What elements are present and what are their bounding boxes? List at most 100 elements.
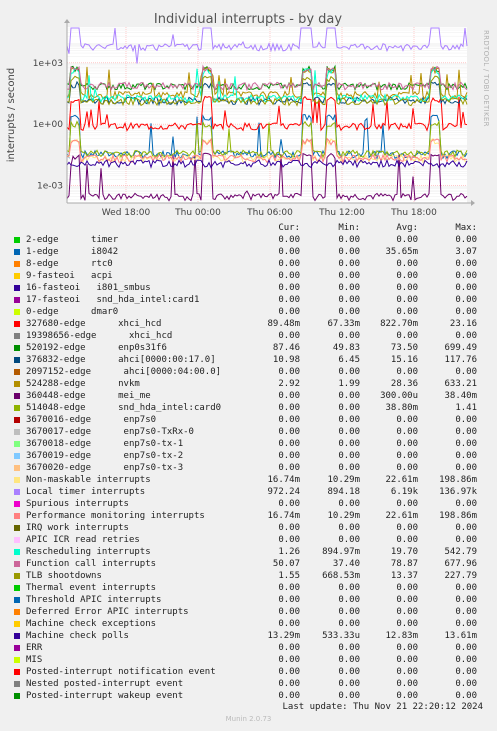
legend-avg-value: 0.00 [396, 607, 418, 617]
legend-min-value: 49.83 [332, 343, 360, 353]
legend-label: Posted-interrupt notification event [26, 667, 216, 677]
legend-label: Local timer interrupts [26, 487, 146, 497]
legend-label: 514048-edge snd_hda_intel:card0 [26, 403, 222, 413]
legend-swatch [14, 501, 20, 507]
y-axis-label: interrupts / second [6, 68, 17, 162]
legend-min-value: 0.00 [338, 403, 360, 413]
legend-label: Rescheduling interrupts [26, 547, 151, 557]
legend-min-value: 0.00 [338, 451, 360, 461]
legend-avg-value: 12.83m [385, 631, 418, 641]
legend-avg-value: 0.00 [396, 235, 418, 245]
legend-max-value: 0.00 [455, 499, 477, 509]
legend-cur-value: 16.74m [267, 475, 300, 485]
legend-swatch [14, 297, 20, 303]
legend-row: 16-fasteoi i801_smbus 0.00 0.00 0.00 0.00 [0, 282, 497, 294]
legend-min-value: 0.00 [338, 619, 360, 629]
legend-label: 524288-edge nvkm [26, 379, 140, 389]
x-tick-label: Thu 12:00 [318, 208, 365, 218]
legend-max-value: 0.00 [455, 283, 477, 293]
legend-cur-value: 0.00 [278, 619, 300, 629]
legend-label: 3670017-edge enp7s0-TxRx-0 [26, 427, 194, 437]
x-tick-label: Thu 06:00 [246, 208, 293, 218]
legend-max-value: 0.00 [455, 691, 477, 701]
legend-swatch [14, 513, 20, 519]
legend-row: Rescheduling interrupts 1.26 894.97m 19.70 5… [0, 546, 497, 558]
legend-avg-value: 0.00 [396, 451, 418, 461]
y-tick-label: 1e+03 [33, 59, 63, 69]
legend-avg-value: 78.87 [390, 559, 418, 569]
legend-row: 376832-edge ahci[0000:00:17.0] 10.98 6.45 1… [0, 354, 497, 366]
legend-swatch [14, 309, 20, 315]
legend-row: Machine check exceptions 0.00 0.00 0.00 0.00 [0, 618, 497, 630]
legend-swatch [14, 477, 20, 483]
legend-max-value: 136.97k [439, 487, 477, 497]
legend-row: 3670019-edge enp7s0-tx-2 0.00 0.00 0.00 0.00 [0, 450, 497, 462]
y-tick-label: 1e-03 [37, 182, 63, 192]
legend-avg-value: 13.37 [390, 571, 418, 581]
legend-max-value: 0.00 [455, 583, 477, 593]
legend-min-value: 0.00 [338, 535, 360, 545]
legend-avg-value: 0.00 [396, 367, 418, 377]
legend-max-value: 1.41 [455, 403, 477, 413]
legend-avg-value: 0.00 [396, 523, 418, 533]
legend-row: Nested posted-interrupt event 0.00 0.00 0.0… [0, 678, 497, 690]
legend-cur-value: 0.00 [278, 283, 300, 293]
legend-row: Posted-interrupt notification event 0.00 0… [0, 666, 497, 678]
legend-swatch [14, 549, 20, 555]
legend-row: 3670016-edge enp7s0 0.00 0.00 0.00 0.00 [0, 414, 497, 426]
legend-row: Thermal event interrupts 0.00 0.00 0.00 0.00 [0, 582, 497, 594]
legend-avg-value: 0.00 [396, 463, 418, 473]
legend-avg-value: 0.00 [396, 307, 418, 317]
legend-min-value: 0.00 [338, 595, 360, 605]
legend-avg-value: 0.00 [396, 331, 418, 341]
legend-label: 520192-edge enp0s31f6 [26, 343, 167, 353]
legend-max-value: 542.79 [444, 547, 477, 557]
legend-label: Nested posted-interrupt event [26, 679, 184, 689]
legend-row: Spurious interrupts 0.00 0.00 0.00 0.00 [0, 498, 497, 510]
legend-max-value: 0.00 [455, 655, 477, 665]
legend-row: Threshold APIC interrupts 0.00 0.00 0.00 0.0… [0, 594, 497, 606]
legend-swatch [14, 645, 20, 651]
legend-label: 2-edge timer [26, 235, 119, 245]
legend-swatch [14, 525, 20, 531]
legend-cur-value: 0.00 [278, 331, 300, 341]
legend-label: Non-maskable interrupts [26, 475, 151, 485]
legend-max-value: 3.07 [455, 247, 477, 257]
y-axis-arrow [64, 19, 70, 23]
legend-cur-value: 0.00 [278, 439, 300, 449]
legend-swatch [14, 285, 20, 291]
col-avg-header: Avg: [396, 223, 418, 233]
legend-swatch [14, 417, 20, 423]
legend-min-value: 0.00 [338, 463, 360, 473]
legend-max-value: 0.00 [455, 259, 477, 269]
legend-label: 3670016-edge enp7s0 [26, 415, 157, 425]
legend-swatch [14, 693, 20, 699]
legend-row: 524288-edge nvkm 2.92 1.99 28.36 633.21 [0, 378, 497, 390]
legend-min-value: 0.00 [338, 655, 360, 665]
legend-swatch [14, 261, 20, 267]
legend-header: Cur: Min: Avg: Max: [0, 222, 497, 234]
legend-min-value: 0.00 [338, 295, 360, 305]
legend-row: MIS 0.00 0.00 0.00 0.00 [0, 654, 497, 666]
legend-max-value: 23.16 [449, 319, 477, 329]
legend-label: 19398656-edge xhci_hcd [26, 331, 173, 341]
legend-min-value: 0.00 [338, 331, 360, 341]
legend-max-value: 38.40m [444, 391, 477, 401]
legend-swatch [14, 345, 20, 351]
legend-min-value: 0.00 [338, 283, 360, 293]
legend-avg-value: 35.65m [385, 247, 418, 257]
legend-avg-value: 73.50 [390, 343, 418, 353]
legend-row: 19398656-edge xhci_hcd 0.00 0.00 0.00 0.00 [0, 330, 497, 342]
legend-label: Spurious interrupts [26, 499, 129, 509]
legend-swatch [14, 333, 20, 339]
legend-max-value: 0.00 [455, 643, 477, 653]
legend-cur-value: 0.00 [278, 415, 300, 425]
legend-avg-value: 0.00 [396, 655, 418, 665]
legend-swatch [14, 393, 20, 399]
legend-cur-value: 0.00 [278, 463, 300, 473]
legend-label: 1-edge i8042 [26, 247, 119, 257]
legend-row: 9-fasteoi acpi 0.00 0.00 0.00 0.00 [0, 270, 497, 282]
legend-row: 2097152-edge ahci[0000:04:00.0] 0.00 0.00 0… [0, 366, 497, 378]
legend-max-value: 0.00 [455, 463, 477, 473]
legend-cur-value: 0.00 [278, 583, 300, 593]
